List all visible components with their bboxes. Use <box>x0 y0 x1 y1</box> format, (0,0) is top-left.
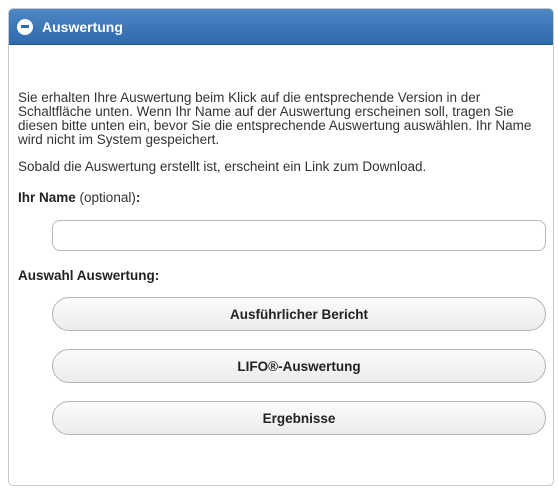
panel-header[interactable]: Auswertung <box>9 9 553 45</box>
name-optional-text: (optional) <box>79 190 136 205</box>
panel-body: Sie erhalten Ihre Auswertung beim Klick … <box>9 91 553 435</box>
choice-label: Auswahl Auswertung: <box>18 268 160 283</box>
minus-bar <box>21 25 29 28</box>
name-input[interactable] <box>52 220 546 251</box>
panel-title: Auswertung <box>42 18 123 35</box>
results-button[interactable]: Ergebnisse <box>52 401 546 435</box>
auswertung-panel: Auswertung Sie erhalten Ihre Auswertung … <box>8 8 554 486</box>
name-label: Ihr Name (optional): <box>18 191 544 205</box>
name-label-colon: : <box>135 190 141 205</box>
name-label-text: Ihr Name <box>18 190 76 205</box>
detailed-report-button[interactable]: Ausführlicher Bericht <box>52 297 546 331</box>
intro-text: Sie erhalten Ihre Auswertung beim Klick … <box>18 90 532 147</box>
lifo-evaluation-button[interactable]: LIFO®-Auswertung <box>52 349 546 383</box>
download-note: Sobald die Auswertung erstellt ist, ersc… <box>18 159 427 174</box>
minus-circle-icon[interactable] <box>17 18 33 35</box>
